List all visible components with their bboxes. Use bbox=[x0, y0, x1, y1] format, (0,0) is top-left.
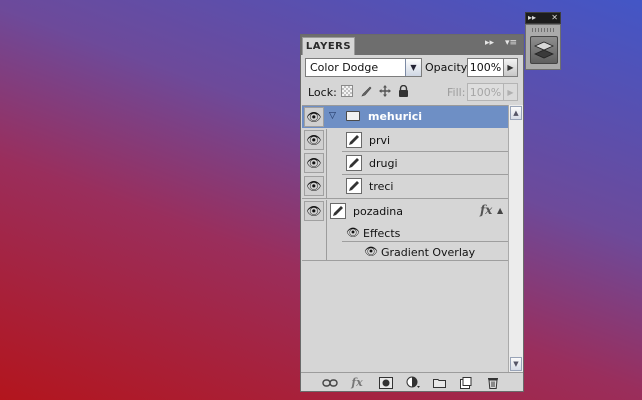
new-group-icon[interactable] bbox=[431, 376, 447, 389]
brush-icon bbox=[346, 132, 362, 148]
effect-name: Gradient Overlay bbox=[381, 246, 476, 259]
opacity-input[interactable]: 100% bbox=[467, 58, 504, 77]
layers-list: 👁 ▽ mehurici 👁 prvi 👁 drugi 👁 treci 👁 po… bbox=[302, 105, 508, 375]
panel-tab-strip[interactable]: LAYERS ▸▸ ▾≡ bbox=[301, 35, 523, 55]
mini-dock-titlebar[interactable]: ▸▸ ✕ bbox=[525, 12, 561, 24]
expand-group-icon[interactable]: ▽ bbox=[329, 111, 336, 121]
opacity-label: Opacity: bbox=[425, 61, 471, 74]
opacity-slider-button[interactable]: ▶ bbox=[504, 58, 518, 77]
layers-icon bbox=[534, 41, 554, 59]
lock-image-icon[interactable] bbox=[360, 85, 372, 97]
close-icon[interactable]: ✕ bbox=[551, 14, 558, 22]
collapse-panel-icon[interactable]: ▸▸ bbox=[485, 38, 494, 48]
expand-effects-icon[interactable]: ▲ bbox=[497, 206, 503, 215]
lock-label: Lock: bbox=[308, 86, 337, 99]
fill-slider-button[interactable]: ▶ bbox=[504, 83, 518, 101]
brush-icon bbox=[346, 155, 362, 171]
blend-mode-select[interactable]: Color Dodge ▼ bbox=[305, 58, 422, 77]
lock-all-icon[interactable] bbox=[397, 85, 409, 97]
brush-icon bbox=[330, 203, 346, 219]
folder-icon bbox=[346, 111, 360, 121]
layers-panel-button[interactable] bbox=[530, 36, 558, 64]
eye-icon[interactable]: 👁 bbox=[304, 107, 324, 127]
scroll-up-icon[interactable]: ▲ bbox=[510, 106, 522, 120]
lock-transparency-icon[interactable] bbox=[341, 85, 353, 97]
effects-row[interactable]: 👁 Effects bbox=[302, 224, 508, 242]
layers-panel: LAYERS ▸▸ ▾≡ Color Dodge ▼ Opacity: 100%… bbox=[300, 34, 524, 392]
mini-dock: ▸▸ ✕ bbox=[525, 12, 561, 70]
divider bbox=[326, 129, 327, 152]
brush-icon bbox=[346, 178, 362, 194]
eye-icon[interactable]: 👁 bbox=[346, 226, 360, 239]
fx-badge[interactable]: fx bbox=[480, 203, 492, 217]
lock-position-icon[interactable] bbox=[379, 85, 391, 97]
divider bbox=[326, 152, 327, 175]
eye-icon[interactable]: 👁 bbox=[304, 130, 324, 150]
divider bbox=[302, 260, 508, 261]
layers-scrollbar[interactable]: ▲ ▼ bbox=[508, 105, 523, 375]
tab-layers[interactable]: LAYERS bbox=[302, 37, 355, 55]
effect-item[interactable]: 👁 Gradient Overlay bbox=[302, 242, 508, 261]
eye-icon[interactable]: 👁 bbox=[304, 153, 324, 173]
layer-name: prvi bbox=[369, 134, 391, 147]
layer-row[interactable]: 👁 treci bbox=[302, 175, 508, 199]
new-layer-icon[interactable] bbox=[458, 376, 474, 389]
layer-name: treci bbox=[369, 180, 394, 193]
layer-row[interactable]: 👁 prvi bbox=[302, 129, 508, 152]
link-layers-icon[interactable] bbox=[322, 376, 338, 389]
eye-icon[interactable]: 👁 bbox=[364, 245, 378, 258]
layer-row[interactable]: 👁 pozadina fx ▲ bbox=[302, 200, 508, 260]
blend-mode-value: Color Dodge bbox=[310, 61, 379, 74]
add-layer-style-icon[interactable]: fx bbox=[349, 376, 365, 389]
layer-name: pozadina bbox=[353, 205, 403, 218]
mini-dock-body bbox=[525, 24, 561, 70]
grip-icon[interactable] bbox=[532, 28, 556, 32]
chevron-down-icon[interactable]: ▼ bbox=[405, 59, 421, 76]
add-mask-icon[interactable] bbox=[378, 376, 394, 389]
panel-bottom-bar: fx bbox=[301, 372, 523, 391]
adjustment-layer-icon[interactable] bbox=[405, 376, 421, 389]
scroll-down-icon[interactable]: ▼ bbox=[510, 357, 522, 371]
delete-layer-icon[interactable] bbox=[485, 376, 501, 389]
fill-label: Fill: bbox=[447, 86, 466, 99]
eye-icon[interactable]: 👁 bbox=[304, 201, 324, 221]
layer-name: drugi bbox=[369, 157, 398, 170]
divider bbox=[302, 198, 508, 199]
fill-input[interactable]: 100% bbox=[467, 83, 504, 101]
panel-menu-icon[interactable]: ▾≡ bbox=[505, 38, 517, 48]
expand-dock-icon[interactable]: ▸▸ bbox=[528, 14, 536, 22]
eye-icon[interactable]: 👁 bbox=[304, 176, 324, 196]
divider bbox=[326, 175, 327, 199]
layer-name: mehurici bbox=[368, 110, 423, 123]
layer-row-group[interactable]: 👁 ▽ mehurici bbox=[302, 106, 508, 128]
effects-label: Effects bbox=[363, 227, 401, 240]
layer-row[interactable]: 👁 drugi bbox=[302, 152, 508, 175]
